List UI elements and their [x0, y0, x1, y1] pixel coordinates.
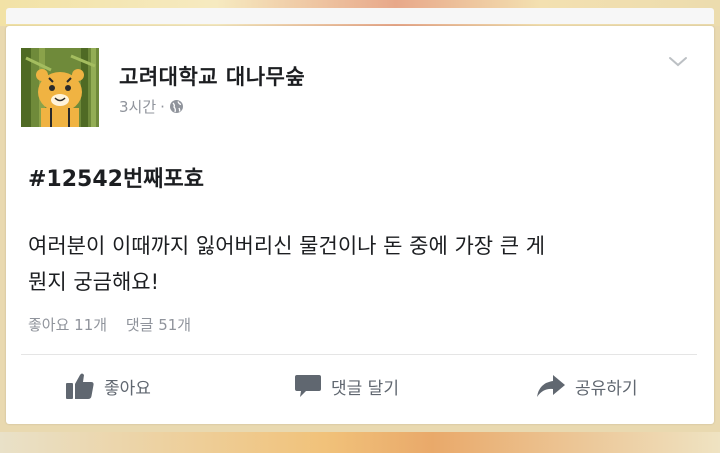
post-timestamp[interactable]: 3시간: [119, 96, 156, 117]
thumbs-up-icon: [66, 373, 94, 399]
actions-divider: [21, 354, 697, 355]
share-button-label: 공유하기: [575, 378, 638, 399]
post-body-line-2: 뭔지 궁금해요!: [28, 270, 160, 294]
like-button-label: 좋아요: [104, 378, 151, 399]
page-avatar[interactable]: [21, 48, 99, 127]
likes-count[interactable]: 좋아요 11개: [28, 316, 107, 334]
globe-icon: [169, 99, 184, 114]
page-name-link[interactable]: 고려대학교 대나무숲: [119, 61, 305, 91]
post-body-line-1: 여러분이 이때까지 잃어버리신 물건이나 돈 중에 가장 큰 게: [28, 234, 546, 258]
comments-count[interactable]: 댓글 51개: [126, 316, 191, 334]
previous-card-edge: [6, 8, 714, 24]
post-body: 여러분이 이때까지 잃어버리신 물건이나 돈 중에 가장 큰 게 뭔지 궁금해요…: [28, 228, 688, 300]
meta-separator: ·: [160, 97, 165, 116]
tiger-avatar-image: [21, 48, 99, 127]
share-arrow-icon: [537, 375, 565, 397]
background-bottom-strip: [0, 432, 720, 453]
share-button[interactable]: 공유하기: [536, 368, 638, 404]
like-button[interactable]: 좋아요: [65, 368, 151, 404]
post-meta: 3시간 ·: [119, 96, 184, 117]
reaction-counts: 좋아요 11개 댓글 51개: [28, 314, 191, 335]
speech-bubble-icon: [295, 375, 321, 397]
comment-button[interactable]: 댓글 달기: [294, 368, 399, 404]
post-actions-bar: 좋아요 댓글 달기 공유하기: [6, 360, 714, 414]
post-headline: #12542번째포효: [28, 167, 204, 192]
comment-button-label: 댓글 달기: [331, 378, 399, 399]
post-card: 고려대학교 대나무숲 3시간 · #12542번째포효 여러분이 이때까지 잃어…: [6, 26, 714, 424]
chevron-down-icon[interactable]: [668, 54, 688, 68]
